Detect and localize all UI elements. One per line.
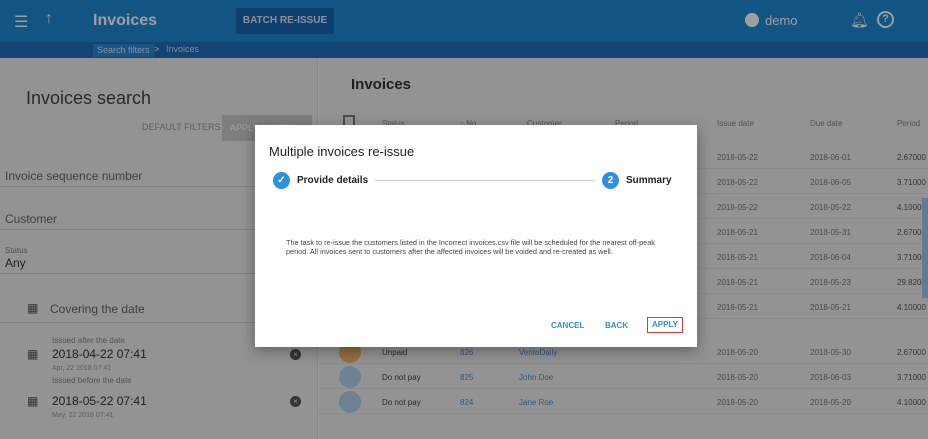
- dialog-title: Multiple invoices re-issue: [269, 144, 415, 159]
- step-label: Summary: [626, 175, 672, 186]
- check-icon: ✓: [273, 172, 290, 189]
- summary-text: The task to re-issue the customers liste…: [286, 238, 655, 256]
- stepper-connector: [375, 180, 595, 181]
- cancel-button[interactable]: CANCEL: [551, 321, 584, 330]
- back-button[interactable]: BACK: [605, 321, 628, 330]
- step-label: Provide details: [297, 175, 369, 186]
- reissue-dialog: Multiple invoices re-issue ✓ Provide det…: [255, 125, 697, 347]
- apply-button[interactable]: APPLY: [647, 317, 683, 333]
- step-number: 2: [602, 172, 619, 189]
